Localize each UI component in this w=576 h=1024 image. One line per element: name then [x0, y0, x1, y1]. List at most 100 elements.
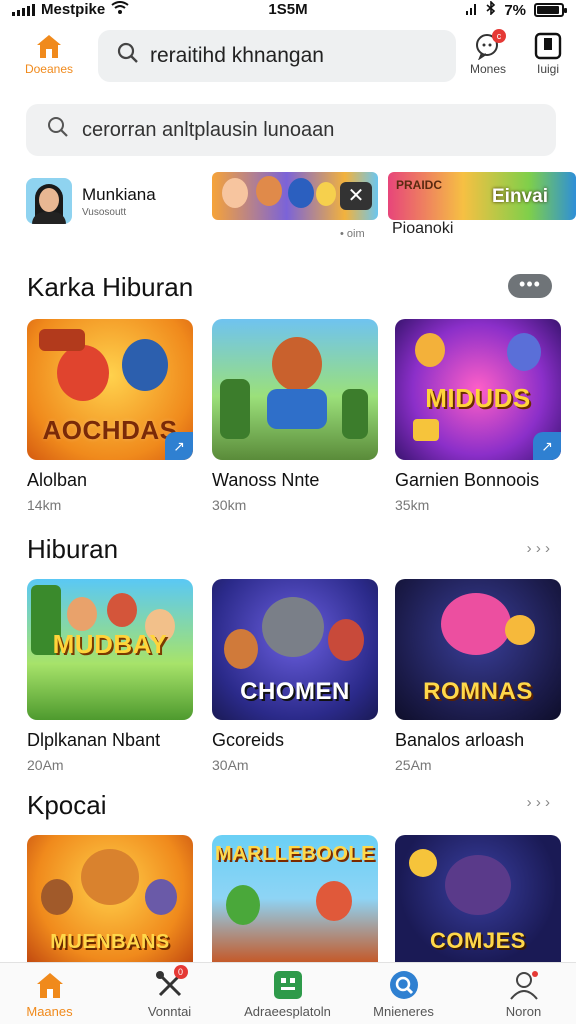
section-title: Hiburan — [27, 534, 119, 564]
battery-icon — [534, 3, 567, 17]
game-thumbnail: MUENBANS — [27, 835, 193, 962]
home-label: Doeanes — [24, 62, 74, 76]
game-card[interactable]: ROMNAS Banalos arloash 25Am — [395, 579, 561, 773]
game-distance: 25Am — [395, 757, 432, 773]
game-art-title: ROMNAS — [423, 678, 533, 705]
nav-label: Maanes — [26, 1004, 73, 1019]
nav-badge: 0 — [173, 965, 188, 979]
home-icon — [34, 32, 64, 60]
game-card[interactable]: AOCHDAS ↗ Alolban 14km — [27, 319, 193, 513]
game-distance: 30km — [212, 497, 247, 513]
promo-banner-2[interactable]: PRAIDC Einvai — [388, 172, 576, 220]
profile-card[interactable]: Munkiana Vusosoutt — [26, 178, 156, 224]
avatar — [26, 178, 72, 224]
carrier-name: Mestpike — [41, 1, 106, 18]
nav-profile[interactable]: Noron — [466, 969, 576, 1019]
game-thumbnail: ROMNAS — [395, 579, 561, 720]
notifications-label: Mones — [469, 62, 507, 76]
close-icon[interactable]: ✕ — [340, 182, 372, 210]
game-card[interactable]: MARLLEBOOLE — [212, 835, 378, 962]
game-art-title: MIDUDS — [425, 383, 531, 413]
section-title: Kpocai — [27, 790, 107, 820]
profile-icon — [508, 969, 540, 1001]
search-icon — [388, 969, 420, 1001]
search-input[interactable]: reraitihd khnangan — [150, 44, 324, 68]
more-button[interactable]: ••• — [508, 274, 552, 298]
game-art-title: COMJES — [430, 928, 526, 953]
nav-label: Noron — [505, 1004, 542, 1019]
game-distance: 20Am — [27, 757, 64, 773]
status-bar: Mestpike 1S5M 7% — [0, 0, 576, 22]
game-distance: 35km — [395, 497, 430, 513]
profile-sub: Vusosoutt — [82, 206, 127, 218]
grid-icon — [272, 969, 304, 1001]
banner2-tag: PRAIDC — [396, 178, 443, 192]
game-title: Alolban — [27, 470, 88, 490]
banner2-title: Einvai — [492, 186, 548, 207]
secondary-search-bar[interactable]: cerorran anltplausin lunoaan — [26, 104, 556, 156]
section-title: Karka Hiburan — [27, 272, 194, 302]
search-icon — [46, 115, 70, 145]
game-thumbnail: COMJES — [395, 835, 561, 962]
home-button[interactable]: Doeanes — [20, 32, 78, 76]
wifi-icon — [111, 1, 129, 18]
profile-name: Munkiana — [82, 184, 156, 204]
nav-label: Vonntai — [147, 1004, 192, 1019]
secondary-search-input[interactable]: cerorran anltplausin lunoaan — [82, 119, 334, 142]
game-distance: 14km — [27, 497, 62, 513]
game-title: Dlplkanan Nbant — [27, 730, 161, 750]
promo-banner[interactable]: ✕ — [212, 172, 378, 220]
game-thumbnail: AOCHDAS ↗ — [27, 319, 193, 460]
nav-home[interactable]: Maanes — [0, 969, 107, 1019]
game-thumbnail: MARLLEBOOLE — [212, 835, 378, 962]
carrier: Mestpike — [12, 1, 129, 18]
bottom-navigation: Maanes 0 Vonntai Adraeesplatoln Mnienere… — [0, 962, 576, 1024]
search-icon — [116, 41, 140, 71]
nav-search[interactable]: Mnieneres — [346, 969, 461, 1019]
battery-percent: 7% — [504, 1, 526, 19]
banner-caption: • oim — [340, 228, 365, 240]
status-right: 7% — [466, 0, 567, 19]
game-title: Garnien Bonnoois — [395, 470, 540, 490]
search-bar[interactable]: reraitihd khnangan — [98, 30, 456, 82]
game-art-title: MUDBAY — [52, 629, 168, 659]
nav-grid[interactable]: Adraeesplatoln — [230, 969, 345, 1019]
notification-badge: c — [492, 29, 506, 43]
chat-icon: c — [474, 29, 506, 61]
game-thumbnail — [212, 319, 378, 460]
featured-row: Munkiana Vusosoutt ✕ • oim PRAIDC Einvai… — [0, 170, 576, 250]
game-thumbnail: MUDBAY — [27, 579, 193, 720]
more-link[interactable]: › › › — [527, 540, 550, 557]
link-icon: ↗ — [533, 432, 561, 460]
game-thumbnail: CHOMEN — [212, 579, 378, 720]
notifications-button[interactable]: c Mones — [462, 29, 514, 76]
bookmark-button[interactable]: Iuigi — [522, 32, 574, 76]
nav-label: Adraeesplatoln — [244, 1004, 331, 1019]
game-title: Gcoreids — [212, 730, 285, 750]
signal-small-icon — [466, 2, 478, 19]
nav-label: Mnieneres — [373, 1004, 434, 1019]
nav-tools[interactable]: 0 Vonntai — [112, 965, 227, 1019]
bookmark-icon — [534, 32, 562, 60]
link-icon: ↗ — [165, 432, 193, 460]
game-title: Wanoss Nnte — [212, 470, 320, 490]
bluetooth-icon — [486, 0, 496, 19]
game-title: Banalos arloash — [395, 730, 525, 750]
game-art-title: MUENBANS — [50, 931, 170, 953]
game-art-title: MARLLEBOOLE — [215, 843, 375, 865]
right-label: Iuigi — [536, 62, 559, 76]
signal-icon — [12, 3, 35, 16]
game-card[interactable]: MIDUDS ↗ Garnien Bonnoois 35km — [395, 319, 561, 513]
game-art-title: CHOMEN — [240, 678, 350, 705]
game-card[interactable]: CHOMEN Gcoreids 30Am — [212, 579, 378, 773]
game-thumbnail: MIDUDS ↗ — [395, 319, 561, 460]
game-card[interactable]: MUDBAY Dlplkanan Nbant 20Am — [27, 579, 193, 773]
tools-icon: 0 — [154, 965, 188, 1001]
top-header: Doeanes reraitihd khnangan c Mones Iuigi — [0, 28, 576, 88]
game-card[interactable]: COMJES — [395, 835, 561, 962]
game-card[interactable]: MUENBANS — [27, 835, 193, 962]
game-distance: 30Am — [212, 757, 249, 773]
game-card[interactable]: Wanoss Nnte 30km — [212, 319, 378, 513]
home-icon — [34, 969, 66, 1001]
more-link[interactable]: › › › — [527, 794, 550, 811]
